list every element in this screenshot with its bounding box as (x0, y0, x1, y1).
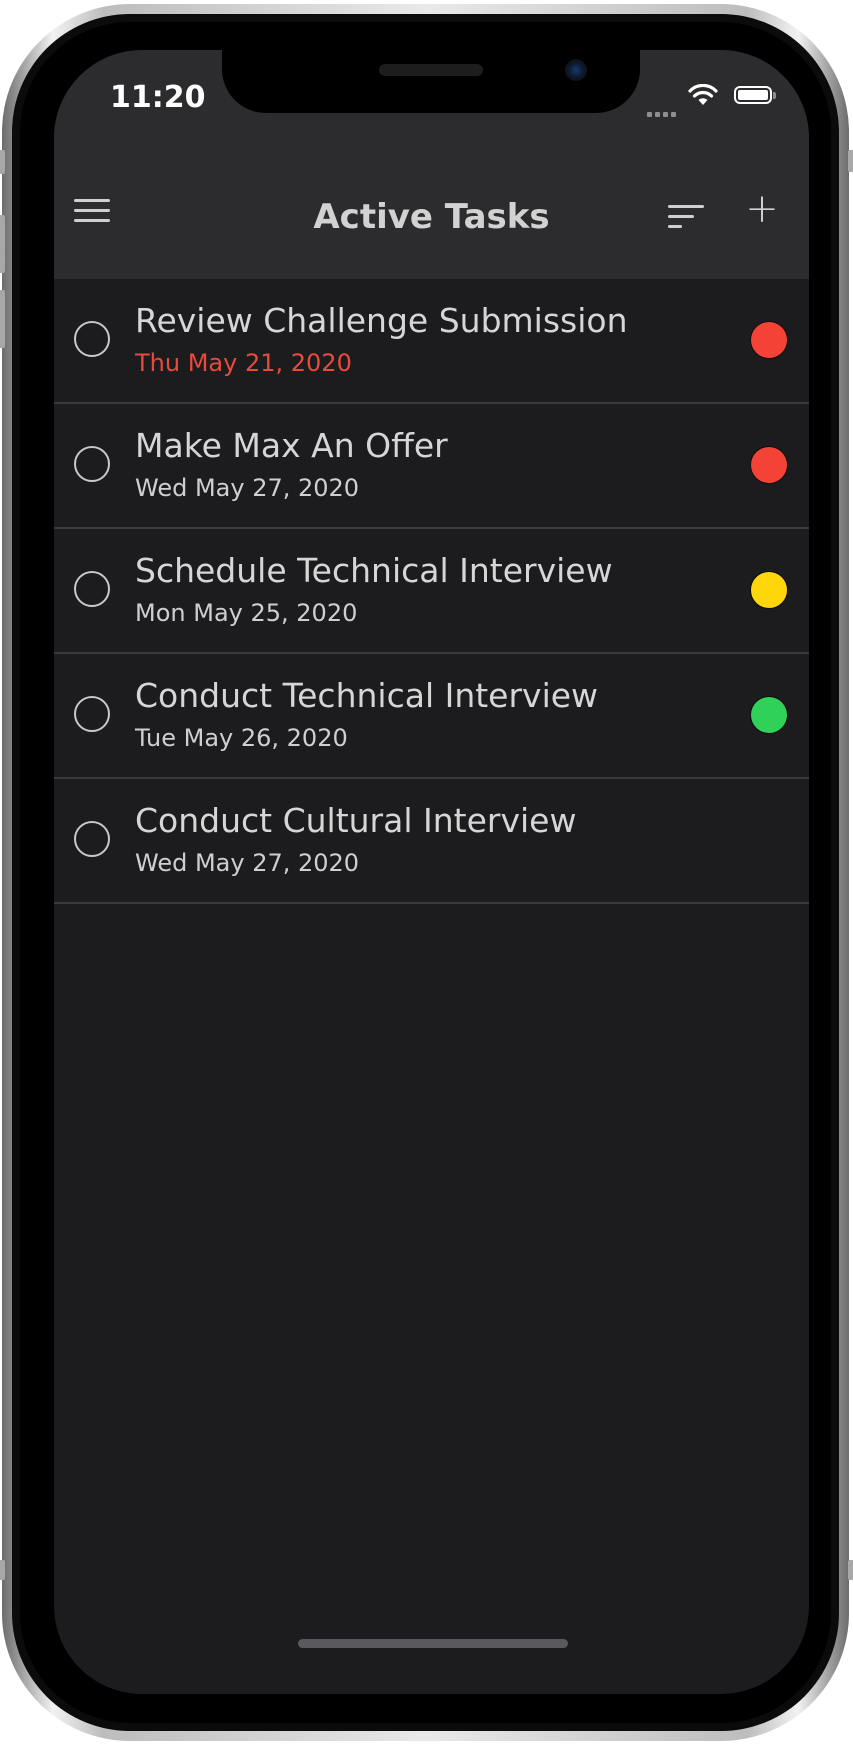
side-button-volume-up (0, 215, 5, 273)
sort-icon[interactable] (668, 205, 708, 235)
side-button-bottom-right (848, 1560, 853, 1580)
priority-indicator (750, 696, 788, 734)
task-title: Schedule Technical Interview (135, 551, 613, 590)
side-button-right-top (848, 150, 853, 172)
task-row[interactable]: Make Max An Offer Wed May 27, 2020 (54, 404, 809, 529)
app-screen: 11:20 Active Tasks + Review Challenge Su… (54, 50, 809, 1694)
notch (222, 50, 640, 113)
task-checkbox[interactable] (74, 446, 110, 482)
task-list: Review Challenge Submission Thu May 21, … (54, 279, 809, 904)
home-indicator[interactable] (298, 1639, 568, 1648)
priority-indicator (750, 321, 788, 359)
side-button-silent (0, 150, 5, 174)
priority-indicator (750, 571, 788, 609)
task-title: Review Challenge Submission (135, 301, 628, 340)
front-camera (565, 59, 587, 81)
task-due-date: Mon May 25, 2020 (135, 599, 358, 627)
speaker-grille (379, 64, 483, 76)
task-title: Conduct Technical Interview (135, 676, 599, 715)
status-time: 11:20 (110, 80, 206, 115)
plus-icon[interactable]: + (744, 189, 780, 229)
side-button-volume-down (0, 290, 5, 348)
task-row[interactable]: Schedule Technical Interview Mon May 25,… (54, 529, 809, 654)
task-due-date: Wed May 27, 2020 (135, 474, 360, 502)
navigation-bar: Active Tasks + (54, 155, 809, 279)
task-title: Make Max An Offer (135, 426, 448, 465)
side-button-bottom-left (0, 1560, 5, 1580)
task-due-date: Wed May 27, 2020 (135, 849, 360, 877)
battery-icon (734, 86, 776, 104)
task-due-date: Thu May 21, 2020 (135, 349, 352, 377)
task-due-date: Tue May 26, 2020 (135, 724, 348, 752)
task-title: Conduct Cultural Interview (135, 801, 577, 840)
task-row[interactable]: Conduct Technical Interview Tue May 26, … (54, 654, 809, 779)
task-row[interactable]: Review Challenge Submission Thu May 21, … (54, 279, 809, 404)
task-checkbox[interactable] (74, 821, 110, 857)
cellular-signal-icon (647, 102, 679, 121)
task-checkbox[interactable] (74, 571, 110, 607)
wifi-icon (688, 84, 718, 105)
task-row[interactable]: Conduct Cultural Interview Wed May 27, 2… (54, 779, 809, 904)
priority-indicator (750, 446, 788, 484)
task-checkbox[interactable] (74, 321, 110, 357)
task-checkbox[interactable] (74, 696, 110, 732)
status-bar: 11:20 (54, 50, 809, 155)
